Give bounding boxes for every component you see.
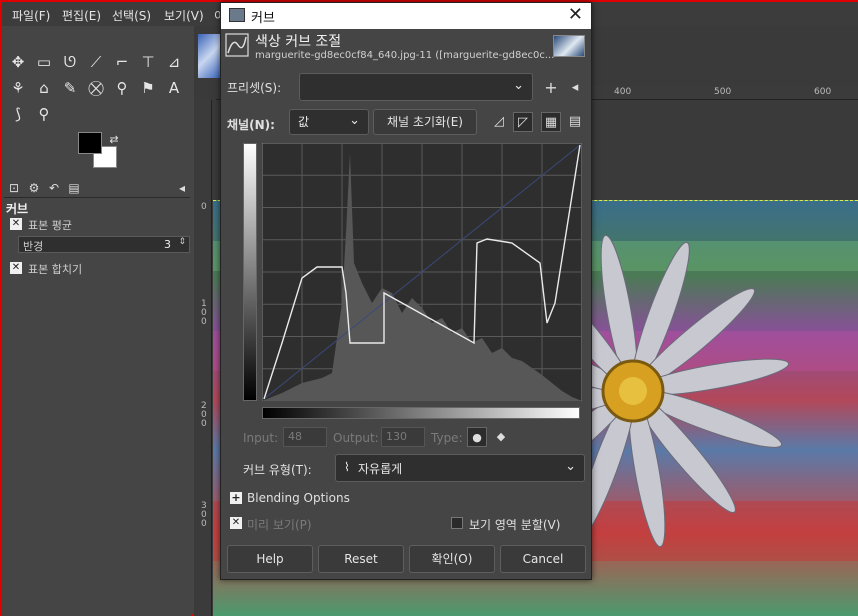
vertical-ruler: 0 1 0 0 2 0 0 3 0 0 [198,100,212,616]
help-button[interactable]: Help [227,545,313,573]
corner-point-icon[interactable]: ◆ [491,427,511,447]
preview-label: 미리 보기(P) [247,518,312,532]
images-tab-icon[interactable]: ▤ [66,180,82,196]
tool-options-title: 커브 [6,202,29,216]
histogram-view-icon[interactable]: ▦ [541,112,561,132]
tool-options-tab-icon[interactable]: ⊡ [6,180,22,196]
dialog-titlebar[interactable]: 커브 ✕ [221,3,591,29]
split-view-checkbox[interactable] [451,517,463,529]
input-spinner[interactable]: 48 [283,427,327,447]
fuzzy-select-icon[interactable]: ⟋ [86,52,106,72]
chevron-down-icon: ⌄ [565,459,576,474]
rect-select-icon[interactable]: ▭ [34,52,54,72]
input-gradient-bar [262,407,580,419]
sample-average-label: 표본 평균 [28,219,72,232]
paintbrush-icon[interactable]: ✎ [60,78,80,98]
input-value: 48 [288,430,302,443]
curve-type-label: 커브 유형(T): [243,463,312,477]
gimp-app-icon [229,8,245,22]
preset-menu-icon[interactable]: ◂ [565,78,585,98]
type-label: Type: [431,431,463,445]
blending-options-expander[interactable]: Blending Options [247,491,350,505]
chevron-down-icon: ⌄ [513,78,524,93]
bucket-fill-icon[interactable]: ⌂ [34,78,54,98]
sample-average-checkbox[interactable]: ✕ [10,218,22,230]
linear-histogram-icon[interactable]: ◿ [489,112,509,132]
curve-type-value: 자유롭게 [358,462,403,476]
output-value: 130 [386,430,407,443]
log-histogram-icon[interactable]: ◸ [513,112,533,132]
curves-icon [225,33,249,57]
cancel-button[interactable]: Cancel [500,545,586,573]
crop-icon[interactable]: ⌐ [112,52,132,72]
lasso-icon[interactable]: ᘎ [60,52,80,72]
transform-icon[interactable]: ⊤ [138,52,158,72]
dock-tab-strip: ⊡ ⚙ ↶ ▤ ◂ [4,178,190,198]
ruler-v-label-0: 0 [201,202,207,212]
chevron-down-icon: ⌄ [349,113,360,128]
menu-view[interactable]: 보기(V) [164,7,204,24]
ruler-v-label-300: 3 0 0 [201,501,207,529]
menu-select[interactable]: 선택(S) [112,7,151,24]
ok-button[interactable]: 확인(O) [409,545,495,573]
close-icon[interactable]: ✕ [568,4,583,25]
dialog-subtitle: marguerite-gd8ec0cf84_640.jpg-11 ([margu… [255,50,555,61]
menu-file[interactable]: 파일(F) [12,7,50,24]
add-preset-icon[interactable]: + [541,78,561,98]
channel-value: 값 [298,115,310,129]
output-spinner[interactable]: 130 [381,427,425,447]
reset-channel-button[interactable]: 채널 초기화(E) [373,109,477,135]
undo-history-tab-icon[interactable]: ↶ [46,180,62,196]
move-icon[interactable]: ✥ [8,52,28,72]
smooth-point-icon[interactable]: ● [467,427,487,447]
dialog-heading: 색상 커브 조절 [255,34,342,50]
presets-combo[interactable]: ⌄ [299,73,533,101]
ruler-v-label-200: 2 0 0 [201,401,207,429]
device-status-tab-icon[interactable]: ⚙ [26,180,42,196]
perspective-icon[interactable]: ⊿ [164,52,184,72]
ruler-label-600: 600 [814,87,832,97]
radius-spinner[interactable]: 반경 3 ⇕ [18,236,190,253]
dialog-window-title: 커브 [251,11,275,26]
radius-label: 반경 [23,240,44,253]
split-view-label: 보기 영역 분할(V) [469,518,561,532]
input-label: Input: [243,431,279,445]
radius-value: 3 [164,238,171,251]
ruler-label-400: 400 [614,87,632,97]
freehand-icon: ⌇ [344,460,350,474]
channel-combo[interactable]: 값 ⌄ [289,109,369,135]
channel-label: 채널(N): [227,118,275,132]
image-preview-thumb [553,35,585,57]
text-icon[interactable]: A [164,78,184,98]
curve-type-combo[interactable]: ⌇ 자유롭게 ⌄ [335,454,585,482]
zoom-icon[interactable]: ⚲ [34,104,54,124]
sample-merged-label: 표본 합치기 [28,263,83,276]
curves-dialog: 커브 ✕ 색상 커브 조절 marguerite-gd8ec0cf84_640.… [220,2,592,580]
color-picker-icon[interactable]: ⟆ [8,104,28,124]
menu-edit[interactable]: 편집(E) [62,7,101,24]
warp-icon[interactable]: ⚘ [8,78,28,98]
sample-merged-checkbox[interactable]: ✕ [10,262,22,274]
foreground-color-swatch[interactable] [78,132,102,154]
reset-button[interactable]: Reset [318,545,404,573]
curve-view-icon[interactable]: ▤ [565,112,585,132]
ruler-label-500: 500 [714,87,732,97]
eraser-icon[interactable]: ⛒ [86,78,106,98]
swap-colors-icon[interactable]: ⇄ [104,130,124,150]
dock-menu-icon[interactable]: ◂ [174,180,190,196]
presets-label: 프리셋(S): [227,81,282,95]
output-gradient-bar [243,143,257,401]
preview-checkbox[interactable]: ✕ [230,517,242,529]
expand-icon[interactable]: + [230,492,242,504]
ruler-v-label-100: 1 0 0 [201,299,207,327]
image-thumbnail-tab[interactable] [198,34,220,78]
toolbox: ✥ ▭ ᘎ ⟋ ⌐ ⊤ ⊿ ⚘ ⌂ ✎ ⛒ ⚲ ⚑ A ⟆ ⚲ ⇄ ⊡ ⚙ ↶ … [2,26,192,616]
output-label: Output: [333,431,379,445]
clone-icon[interactable]: ⚲ [112,78,132,98]
spin-arrows-icon[interactable]: ⇕ [178,237,186,247]
smudge-icon[interactable]: ⚑ [138,78,158,98]
curve-graph[interactable] [262,143,582,401]
